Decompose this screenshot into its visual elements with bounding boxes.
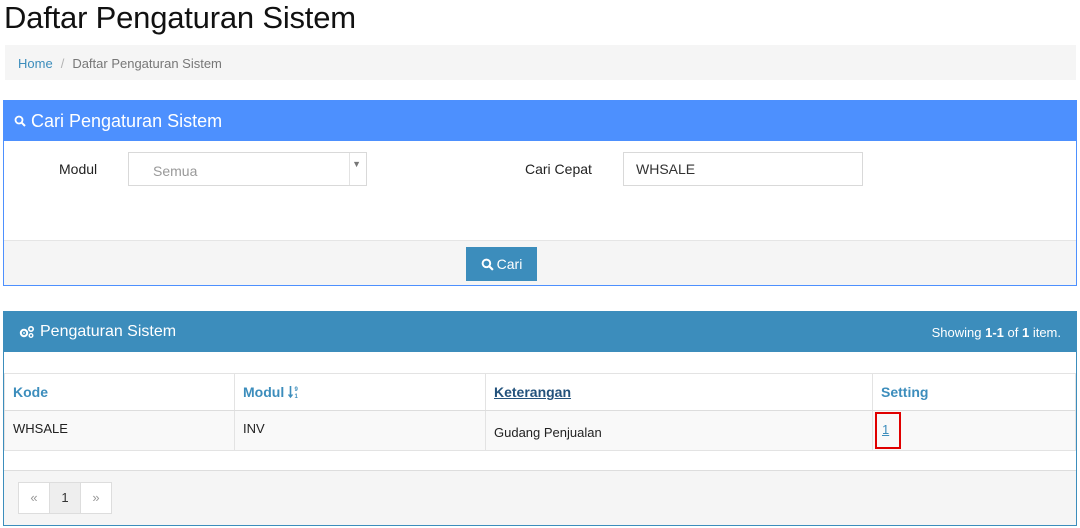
pagination-prev[interactable]: « <box>18 482 50 514</box>
column-header-keterangan[interactable]: Keterangan <box>485 373 873 411</box>
column-header-setting: Setting <box>872 373 1076 411</box>
modul-label: Modul <box>59 161 98 177</box>
svg-text:9: 9 <box>295 387 299 393</box>
modul-select-value: Semua <box>153 163 198 179</box>
cari-cepat-label: Cari Cepat <box>525 161 592 177</box>
breadcrumb-separator: / <box>60 56 65 71</box>
search-icon <box>481 258 494 271</box>
cell-kode: WHSALE <box>4 410 235 451</box>
sort-numeric-icon: 91 <box>288 386 299 400</box>
table-row: WHSALE INV Gudang Penjualan 1 <box>4 410 1076 451</box>
chevron-down-icon[interactable]: ▼ <box>352 159 361 169</box>
search-icon <box>14 115 26 127</box>
breadcrumb-home-link[interactable]: Home <box>18 56 53 71</box>
breadcrumb-current: Daftar Pengaturan Sistem <box>72 56 222 71</box>
search-panel-footer: Cari <box>4 240 1076 285</box>
grid-summary: Showing 1-1 of 1 item. <box>931 324 1061 340</box>
grid-panel-title: Pengaturan Sistem <box>40 323 177 340</box>
table-header-row: Kode Modul 91 Keterangan Setting <box>4 373 1076 411</box>
pagination: « 1 » <box>18 482 112 514</box>
select-divider <box>349 153 350 185</box>
grid-footer: « 1 » <box>4 470 1076 525</box>
cell-setting: 1 <box>872 410 1076 451</box>
column-header-kode[interactable]: Kode <box>4 373 235 411</box>
breadcrumb: Home / Daftar Pengaturan Sistem <box>5 45 1076 80</box>
search-panel-heading: Cari Pengaturan Sistem <box>4 101 1076 141</box>
cari-cepat-input[interactable]: WHSALE <box>623 152 863 186</box>
grid-panel: Pengaturan Sistem Showing 1-1 of 1 item.… <box>3 311 1077 526</box>
setting-link[interactable]: 1 <box>875 412 901 449</box>
search-panel: Cari Pengaturan Sistem Modul Semua ▼ Car… <box>3 100 1077 286</box>
search-panel-title: Cari Pengaturan Sistem <box>31 110 223 131</box>
column-header-modul[interactable]: Modul 91 <box>234 373 486 411</box>
settings-table: Kode Modul 91 Keterangan Setting WHSALE … <box>4 373 1076 451</box>
gears-icon <box>19 325 35 338</box>
svg-text:1: 1 <box>295 394 299 399</box>
pagination-next[interactable]: » <box>80 482 112 514</box>
page-title: Daftar Pengaturan Sistem <box>4 0 356 35</box>
cari-button-label: Cari <box>496 256 523 272</box>
pagination-page-1[interactable]: 1 <box>49 482 81 514</box>
grid-panel-heading: Pengaturan Sistem Showing 1-1 of 1 item. <box>4 312 1076 352</box>
cell-keterangan: Gudang Penjualan <box>485 410 873 451</box>
cari-button[interactable]: Cari <box>466 247 537 281</box>
modul-select[interactable]: Semua ▼ <box>128 152 367 186</box>
cell-modul: INV <box>234 410 486 451</box>
